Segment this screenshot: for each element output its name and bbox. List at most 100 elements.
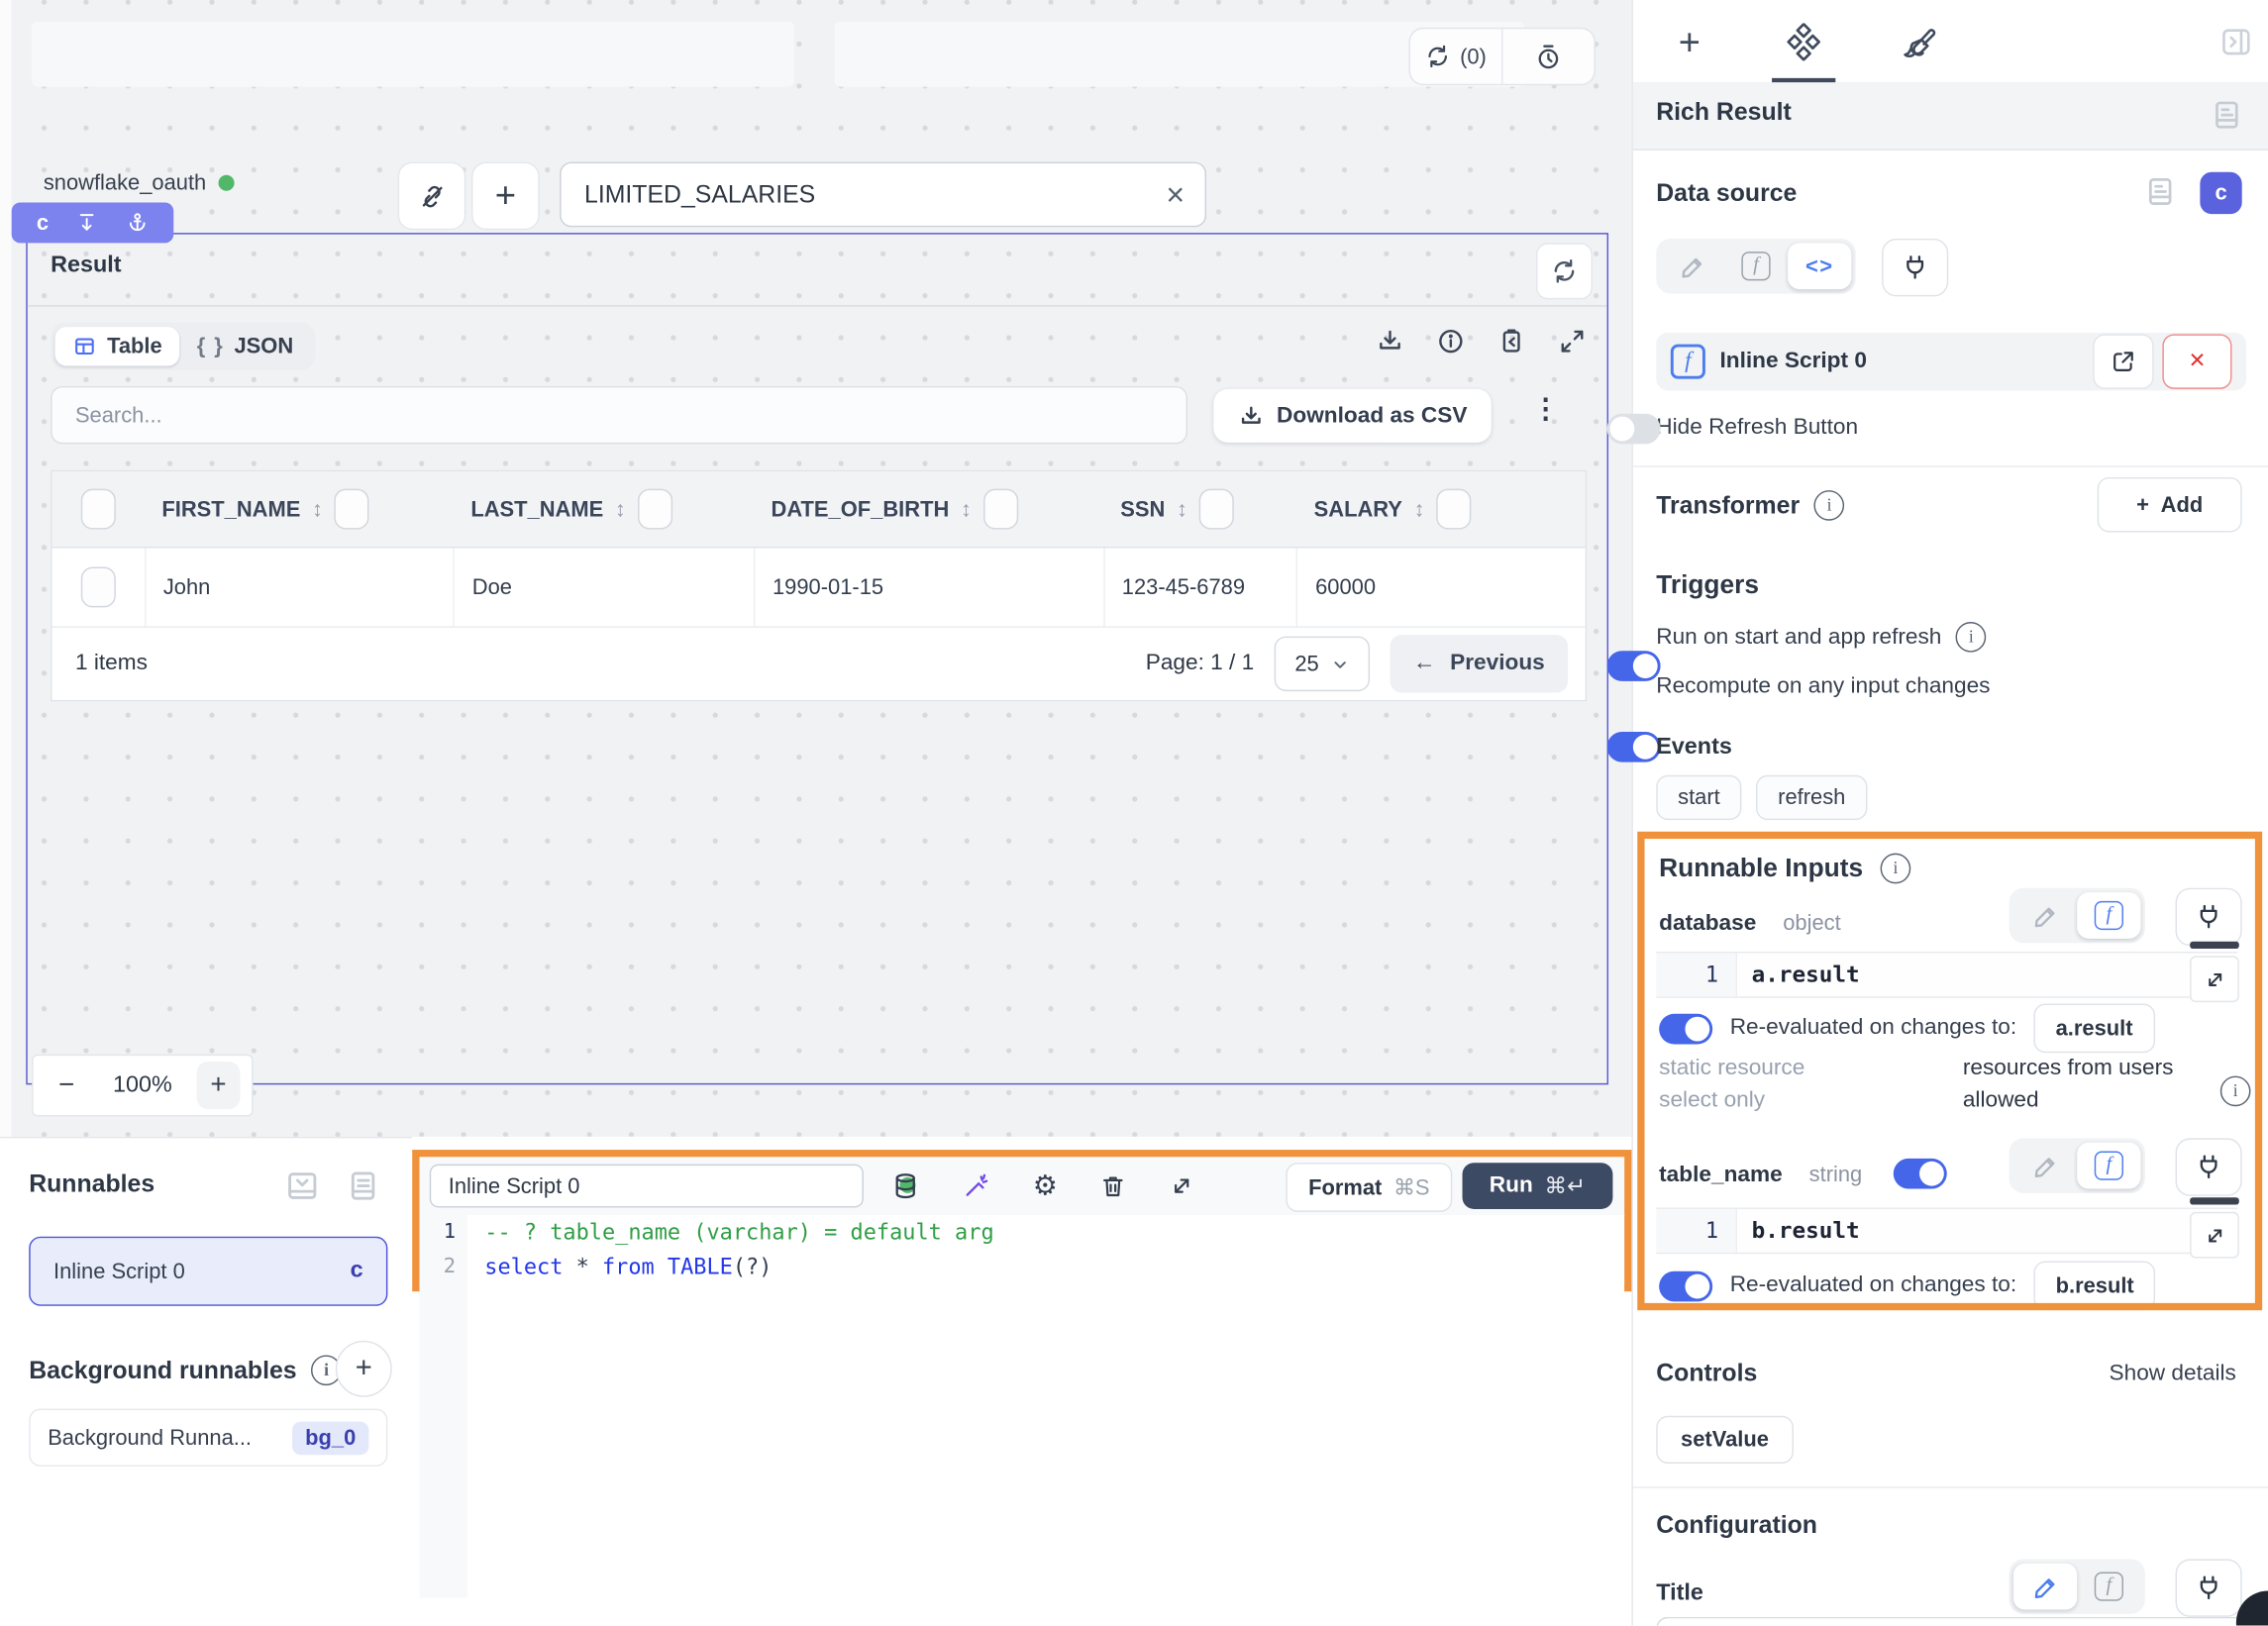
static-mode-button[interactable] <box>2013 1564 2077 1610</box>
code-line[interactable]: 2select * from TABLE(?) <box>420 1250 1625 1284</box>
runnable-item-inline-script-0[interactable]: Inline Script 0 c <box>29 1237 387 1306</box>
sort-icon[interactable]: ↕ <box>615 497 626 522</box>
header-cell[interactable]: SALARY ↕ <box>1296 471 1586 547</box>
tab-json[interactable]: { } JSON <box>179 327 310 365</box>
code-line[interactable]: 1-- ? table_name (varchar) = default arg <box>420 1215 1625 1250</box>
select-all-checkbox[interactable] <box>81 489 116 530</box>
column-toggle[interactable] <box>335 489 369 530</box>
app-canvas[interactable]: (0) snowflake_oauth + × c <box>12 0 1632 1137</box>
header-cell[interactable]: SSN ↕ <box>1103 471 1296 547</box>
format-button[interactable]: Format ⌘S <box>1286 1163 1452 1212</box>
ai-wand-icon[interactable] <box>962 1171 990 1200</box>
trash-icon[interactable] <box>1099 1172 1127 1200</box>
add-column-button[interactable]: + <box>471 162 540 231</box>
column-toggle[interactable] <box>1436 489 1471 530</box>
bound-component-chip[interactable]: c <box>2200 172 2241 214</box>
doc-list-icon[interactable] <box>345 1168 382 1205</box>
show-details-link[interactable]: Show details <box>2110 1361 2236 1386</box>
cell[interactable]: John <box>145 549 454 627</box>
app-refresh-control[interactable]: (0) <box>1408 28 1595 85</box>
info-icon[interactable]: i <box>1814 490 1845 521</box>
placeholder-block-left[interactable] <box>32 22 794 87</box>
inline-script-row[interactable]: f Inline Script 0 × <box>1656 333 2246 390</box>
database-icon[interactable] <box>891 1171 920 1200</box>
header-cell[interactable]: DATE_OF_BIRTH ↕ <box>754 471 1103 547</box>
code-text: select * from TABLE(?) <box>467 1254 773 1279</box>
add-background-runnable-button[interactable]: + <box>336 1341 392 1397</box>
result-refresh-button[interactable] <box>1536 243 1593 299</box>
background-runnable-item[interactable]: Background Runna... bg_0 <box>29 1408 387 1466</box>
header-cell[interactable]: FIRST_NAME ↕ <box>145 471 454 547</box>
result-search-input[interactable] <box>72 401 1166 429</box>
expand-expression-button[interactable] <box>2190 1212 2239 1259</box>
fullscreen-icon[interactable] <box>1558 327 1587 356</box>
header-cell[interactable]: LAST_NAME ↕ <box>454 471 754 547</box>
expand-down-icon[interactable] <box>75 211 98 234</box>
static-mode-button[interactable] <box>1661 243 1724 289</box>
connect-input-button[interactable] <box>1882 239 1948 296</box>
info-icon[interactable] <box>1436 327 1465 356</box>
download-csv-button[interactable]: Download as CSV <box>1213 389 1491 443</box>
page-size-select[interactable]: 25 <box>1275 637 1370 691</box>
run-on-start-toggle[interactable] <box>1607 651 1661 681</box>
row-checkbox[interactable] <box>81 566 116 607</box>
code-mode-button[interactable]: <> <box>1788 243 1851 289</box>
tab-styling[interactable] <box>1897 20 1940 63</box>
doc-list-icon[interactable] <box>2209 97 2245 134</box>
schedule-button[interactable] <box>1502 29 1594 83</box>
sort-icon[interactable]: ↕ <box>312 497 323 522</box>
sort-icon[interactable]: ↕ <box>1177 497 1187 522</box>
table-name-input[interactable] <box>581 178 1166 210</box>
script-name-input[interactable] <box>446 1172 848 1200</box>
rich-result-component[interactable]: Result Table { } JSON <box>26 233 1608 1084</box>
hide-refresh-toggle[interactable] <box>1607 414 1661 445</box>
collapse-sidebar-button[interactable] <box>2217 23 2255 60</box>
run-button[interactable]: Run ⌘↵ <box>1463 1163 1613 1209</box>
connect-input-button[interactable] <box>2176 1559 2242 1616</box>
sort-icon[interactable]: ↕ <box>1414 497 1425 522</box>
refresh-all-button[interactable]: (0) <box>1410 29 1501 83</box>
remove-script-button[interactable]: × <box>2162 334 2231 388</box>
result-view-tabs: Table { } JSON <box>51 323 315 370</box>
tab-insert-component[interactable]: + <box>1668 20 1711 63</box>
cell[interactable]: 60000 <box>1296 549 1586 627</box>
collapse-panel-icon[interactable] <box>283 1168 321 1205</box>
copy-to-clipboard-icon[interactable] <box>1497 327 1526 356</box>
column-toggle[interactable] <box>983 489 1018 530</box>
expand-editor-icon[interactable] <box>1169 1172 1194 1198</box>
items-count: 1 items <box>75 651 148 676</box>
clear-input-icon[interactable]: × <box>1166 178 1185 210</box>
column-label: LAST_NAME <box>454 497 603 522</box>
zoom-out-button[interactable]: − <box>45 1069 88 1101</box>
setvalue-control-pill[interactable]: setValue <box>1656 1416 1794 1464</box>
inline-script-name: Inline Script 0 <box>1719 349 1866 374</box>
recompute-toggle[interactable] <box>1607 732 1661 762</box>
table-row[interactable]: John Doe 1990-01-15 123-45-6789 60000 <box>52 549 1586 628</box>
anchor-icon[interactable] <box>126 211 149 234</box>
table-menu-button[interactable]: ⋮ <box>1532 393 1560 427</box>
zoom-in-button[interactable]: + <box>197 1062 241 1109</box>
previous-page-button[interactable]: ← Previous <box>1391 635 1569 692</box>
cell[interactable]: Doe <box>454 549 754 627</box>
column-toggle[interactable] <box>638 489 672 530</box>
expand-expression-button[interactable] <box>2190 956 2239 1002</box>
background-runnables-title: Background runnables i <box>29 1355 342 1385</box>
fx-mode-button[interactable]: f <box>2077 1564 2140 1610</box>
sql-code-area[interactable]: 1-- ? table_name (varchar) = default arg… <box>420 1215 1625 1598</box>
title-value-input[interactable] <box>1656 1617 2249 1626</box>
cell[interactable]: 123-45-6789 <box>1103 549 1296 627</box>
unlink-button[interactable] <box>398 162 466 231</box>
add-transformer-button[interactable]: + Add <box>2098 477 2242 532</box>
doc-list-icon[interactable] <box>2142 173 2179 210</box>
open-script-button[interactable] <box>2093 334 2153 388</box>
info-icon[interactable]: i <box>1956 622 1987 653</box>
download-icon[interactable] <box>1376 327 1404 356</box>
tab-component-settings[interactable] <box>1782 20 1825 63</box>
cell[interactable]: 1990-01-15 <box>754 549 1103 627</box>
sort-icon[interactable]: ↕ <box>961 497 972 522</box>
fx-mode-button[interactable]: f <box>1724 243 1788 289</box>
column-toggle[interactable] <box>1199 489 1234 530</box>
selection-chip[interactable]: c <box>12 202 174 243</box>
tab-table[interactable]: Table <box>54 327 179 365</box>
settings-gear-icon[interactable]: ⚙ <box>1033 1172 1058 1200</box>
